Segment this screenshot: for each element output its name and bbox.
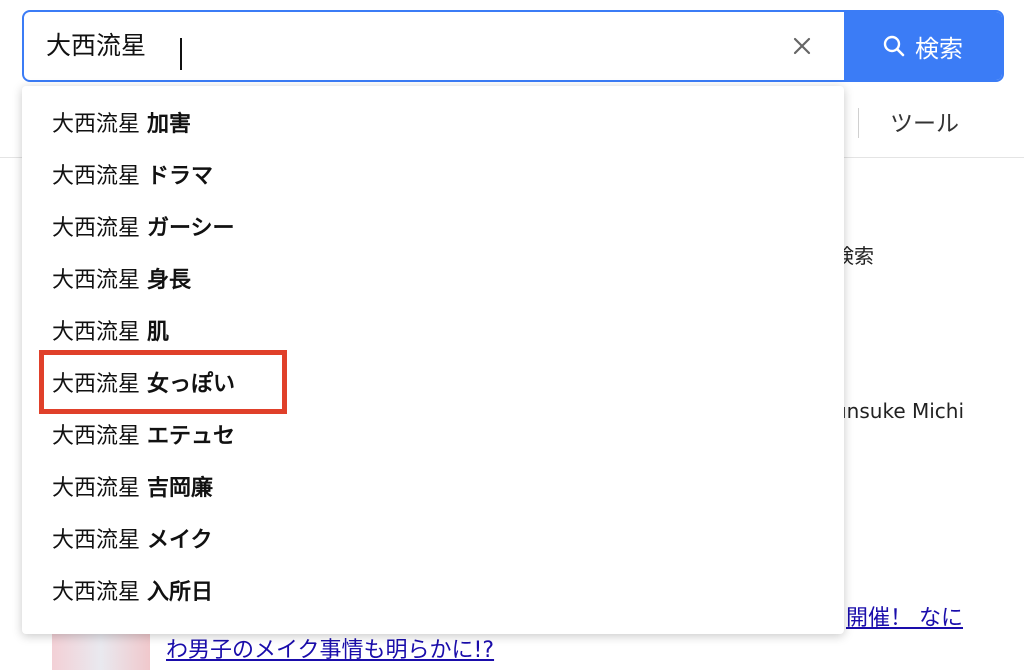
suggestion-suffix: 女っぽい	[147, 372, 236, 397]
suggestion-suffix: 身長	[147, 268, 192, 293]
result-link[interactable]: わ男子のメイク事情も明らかに!?	[166, 632, 494, 664]
clear-button[interactable]	[782, 26, 822, 66]
suggestion-query: 大西流星	[52, 216, 147, 241]
suggestion-suffix: メイク	[147, 528, 213, 553]
suggestion-query: 大西流星	[52, 164, 147, 189]
suggestion-query: 大西流星	[52, 268, 147, 293]
result-thumbnail[interactable]	[52, 630, 150, 670]
suggestion-item[interactable]: 大西流星 入所日	[22, 564, 844, 616]
suggestion-suffix: 加害	[147, 112, 192, 137]
suggestion-suffix: エテュセ	[147, 424, 236, 449]
search-bar: 検索	[22, 10, 1004, 82]
suggestion-suffix: ガーシー	[147, 216, 235, 241]
suggestion-suffix: 肌	[147, 320, 170, 345]
suggestion-item[interactable]: 大西流星 ドラマ	[22, 148, 844, 200]
text-caret	[180, 38, 182, 70]
suggestion-query: 大西流星	[52, 528, 147, 553]
suggestion-dropdown: 大西流星 加害 大西流星 ドラマ 大西流星 ガーシー 大西流星 身長 大西流星 …	[22, 86, 844, 634]
suggestion-query: 大西流星	[52, 580, 147, 605]
suggestion-item[interactable]: 大西流星 ガーシー	[22, 200, 844, 252]
suggestion-query: 大西流星	[52, 476, 147, 501]
suggestion-suffix: ドラマ	[147, 164, 214, 189]
search-button[interactable]: 検索	[844, 12, 1002, 80]
search-button-label: 検索	[915, 34, 963, 63]
suggestion-item[interactable]: 大西流星 メイク	[22, 512, 844, 564]
suggestion-item[interactable]: 大西流星 女っぽい	[22, 356, 844, 408]
toolbar-separator	[858, 108, 859, 138]
result-link[interactable]: 開催！ なに	[846, 600, 963, 632]
suggestion-query: 大西流星	[52, 320, 147, 345]
tools-menu[interactable]: ツール	[890, 104, 959, 138]
suggestion-query: 大西流星	[52, 424, 147, 449]
suggestion-query: 大西流星	[52, 372, 147, 397]
suggestion-suffix: 吉岡廉	[147, 476, 214, 501]
result-text-partial: unsuke Michi	[834, 399, 965, 423]
search-input[interactable]	[46, 12, 746, 80]
search-icon	[883, 35, 905, 57]
suggestion-query: 大西流星	[52, 112, 147, 137]
suggestion-item[interactable]: 大西流星 加害	[22, 96, 844, 148]
close-icon	[793, 37, 811, 55]
suggestion-suffix: 入所日	[147, 580, 214, 605]
suggestion-item[interactable]: 大西流星 身長	[22, 252, 844, 304]
suggestion-item[interactable]: 大西流星 エテュセ	[22, 408, 844, 460]
suggestion-item[interactable]: 大西流星 吉岡廉	[22, 460, 844, 512]
suggestion-item[interactable]: 大西流星 肌	[22, 304, 844, 356]
